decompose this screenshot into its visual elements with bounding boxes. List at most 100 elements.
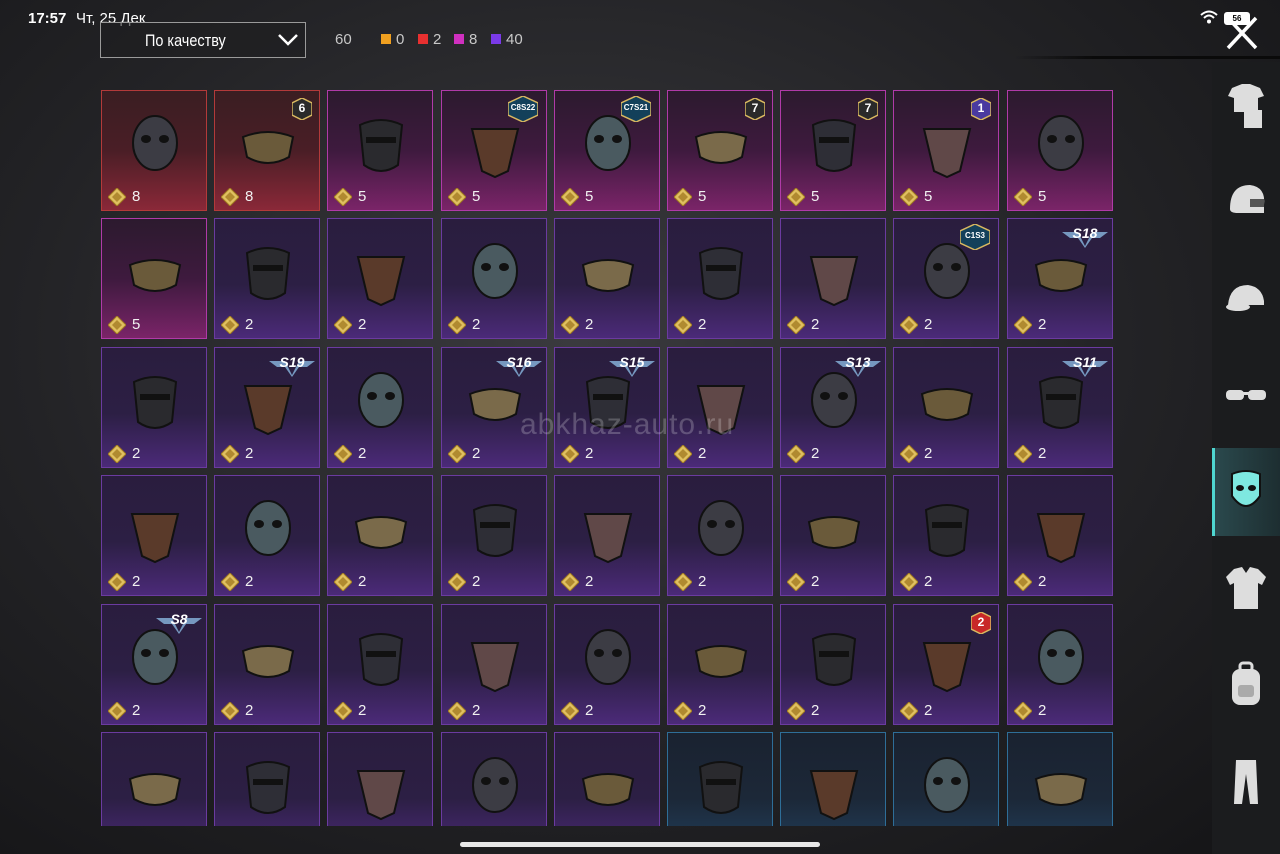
diamond-currency-icon (108, 316, 126, 334)
item-slot-studded-mask[interactable]: 2 (214, 604, 320, 725)
item-slot-neon-respirator[interactable]: 2 (780, 218, 886, 339)
diamond-currency-icon (900, 188, 918, 206)
item-slot-white-hockey-mask[interactable]: 2 (101, 347, 207, 468)
item-slot-jaw-guard[interactable] (101, 732, 207, 826)
price-value: 2 (698, 702, 707, 719)
worn-cloth-mask-icon (472, 243, 518, 299)
price-value: 2 (132, 445, 141, 462)
grin-face-mask-icon (470, 642, 520, 693)
badge-label: S13 (845, 354, 871, 370)
sidebar-item-mask[interactable] (1212, 448, 1280, 536)
price-value: 2 (472, 573, 481, 590)
sort-dropdown[interactable]: По качеству (100, 22, 306, 58)
diamond-currency-icon (561, 702, 579, 720)
close-icon[interactable] (1220, 12, 1264, 56)
diamond-currency-icon (108, 188, 126, 206)
mummy-wrap-mask-icon (472, 504, 518, 557)
item-slot-black-face-mask[interactable]: 2 (327, 218, 433, 339)
item-slot-blue-bandana[interactable]: 2 (780, 475, 886, 596)
item-slot-worn-cloth-mask[interactable]: 2 (441, 218, 547, 339)
sidebar-item-cap[interactable] (1212, 255, 1280, 343)
item-slot-gold-purple-mask[interactable]: 75 (780, 90, 886, 211)
item-slot-green-cross-bandana[interactable]: C1S3 2 (893, 218, 999, 339)
item-slot-battle-half-mask[interactable]: 2 (893, 475, 999, 596)
visor-helmet-icon (354, 516, 408, 549)
item-slot-burlap-mask[interactable] (667, 732, 773, 826)
item-slot-red-half-mask[interactable]: S11 2 (1007, 347, 1113, 468)
diamond-currency-icon (334, 702, 352, 720)
sidebar-item-pants[interactable] (1212, 738, 1280, 826)
item-slot-flag-hockey-mask[interactable]: 2 (667, 604, 773, 725)
home-indicator[interactable] (460, 842, 820, 847)
item-slot-gold-sequin-mask[interactable] (441, 732, 547, 826)
diamond-currency-icon (900, 702, 918, 720)
item-slot-flame-hood[interactable]: S8 2 (101, 604, 207, 725)
item-slot-grin-face-mask[interactable]: 2 (441, 604, 547, 725)
price-value: 2 (245, 573, 254, 590)
diamond-currency-icon (108, 573, 126, 591)
item-slot-dark-skull-mask[interactable]: 2 (1007, 604, 1113, 725)
item-slot-tech-face-mask[interactable]: C7S21 5 (554, 90, 660, 211)
diamond-currency-icon (674, 445, 692, 463)
item-slot-cyan-visor-goggles[interactable]: S19 2 (214, 347, 320, 468)
diamond-currency-icon (674, 702, 692, 720)
item-slot-beaked-mask-goggles[interactable]: 5 (1007, 90, 1113, 211)
price-value: 2 (132, 702, 141, 719)
pink-count: 8 (454, 31, 477, 48)
diamond-currency-icon (334, 573, 352, 591)
orange-hockey-mask-icon (585, 629, 631, 685)
wifi-icon (1200, 10, 1218, 24)
item-slot-mummy-wrap-mask[interactable]: 2 (441, 475, 547, 596)
item-slot-web-bandana[interactable] (893, 732, 999, 826)
item-slot-white-bandana[interactable]: 2 (667, 475, 773, 596)
item-slot-gold-masquerade-mask[interactable]: 2 (214, 218, 320, 339)
pink-swatch (454, 34, 464, 44)
price-value: 2 (358, 573, 367, 590)
price-value: 2 (472, 445, 481, 462)
item-slot-steel-skull-helmet[interactable]: 15 (893, 90, 999, 211)
item-slot-yellow-net-bandana[interactable] (780, 732, 886, 826)
item-slot-skull-bandana[interactable]: 5 (101, 218, 207, 339)
tier-badge: 1 (970, 97, 992, 121)
price-value: 2 (132, 573, 141, 590)
item-slot-aviator-goggle-helmet[interactable]: S13 2 (780, 347, 886, 468)
badge-label: 6 (298, 101, 306, 115)
sidebar-item-helmet[interactable] (1212, 159, 1280, 247)
iron-face-mask-icon (581, 773, 635, 806)
item-slot-black-half-mask[interactable]: 2 (893, 347, 999, 468)
sidebar-item-jacket[interactable] (1212, 545, 1280, 633)
backpack-icon (1232, 661, 1260, 705)
item-slot-teeth-face-mask[interactable]: 2 (780, 604, 886, 725)
sidebar-item-outfit[interactable] (1212, 62, 1280, 150)
badge-label: S18 (1072, 225, 1098, 241)
price-value: 2 (585, 702, 594, 719)
item-slot-brown-hair-wig[interactable]: 2 (1007, 475, 1113, 596)
price-value: 5 (698, 188, 707, 205)
item-slot-black-ring-face-mask[interactable]: C8S22 5 (441, 90, 547, 211)
item-slot-red-eye-visor[interactable]: 2 (667, 218, 773, 339)
item-slot-orange-hockey-mask[interactable]: 2 (554, 604, 660, 725)
red-swatch (418, 34, 428, 44)
item-slot-black-scarf[interactable] (214, 732, 320, 826)
white-hockey-mask-icon (132, 376, 178, 429)
item-slot-earpiece-headset[interactable]: 75 (667, 90, 773, 211)
price-value: 2 (1038, 316, 1047, 333)
item-slot-gold-face-mask[interactable]: 5 (327, 90, 433, 211)
item-slot-visor-helmet[interactable]: 2 (327, 475, 433, 596)
item-slot-orange-tactical-mask[interactable]: 2 (554, 218, 660, 339)
item-slot-neon-graffiti-mask[interactable]: S18 2 (1007, 218, 1113, 339)
item-slot-gas-mask-yellow-eyes[interactable]: 8 (101, 90, 207, 211)
item-slot-purple-theater-mask[interactable] (1007, 732, 1113, 826)
item-slot-pixel-heart-glasses[interactable]: 2 (327, 604, 433, 725)
item-slot-plague-doctor-mask[interactable]: 68 (214, 90, 320, 211)
sidebar-item-backpack[interactable] (1212, 641, 1280, 729)
item-slot-red-neckerchief[interactable] (327, 732, 433, 826)
item-slot-plaid-wrap-mask[interactable]: 2 (214, 475, 320, 596)
sidebar-item-glasses[interactable] (1212, 352, 1280, 440)
item-slot-leather-jaw-mask[interactable]: 2 (554, 475, 660, 596)
item-slot-grey-face-mask[interactable]: 2 (327, 347, 433, 468)
item-slot-black-balaclava[interactable]: 2 (101, 475, 207, 596)
item-slot-iron-face-mask[interactable] (554, 732, 660, 826)
item-slot-orange-skull-mask[interactable]: 22 (893, 604, 999, 725)
grey-face-mask-icon (358, 372, 404, 428)
